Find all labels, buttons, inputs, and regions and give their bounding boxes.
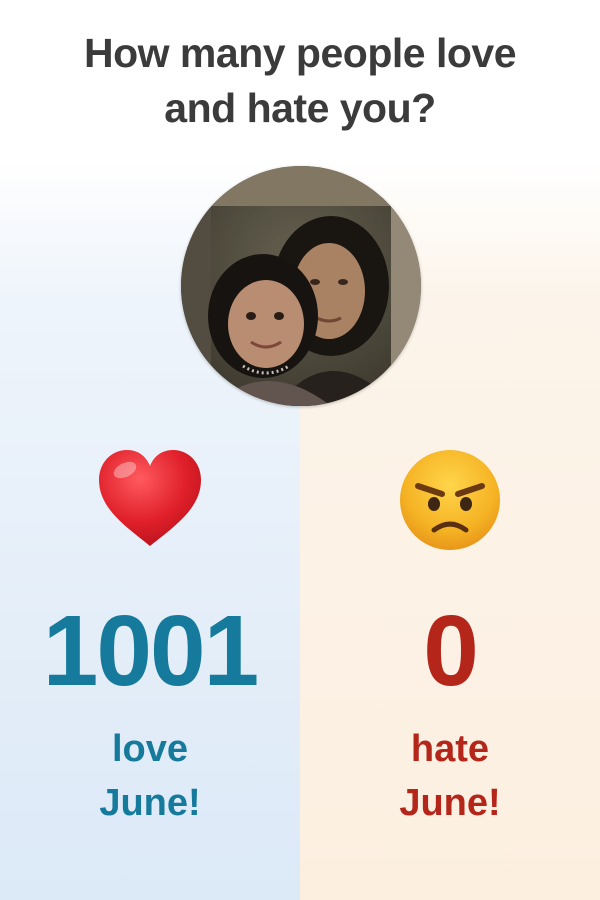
love-count: 1001 (42, 595, 259, 707)
title-line-2: and hate you? (164, 85, 436, 131)
hate-caption-line-2: June! (399, 782, 501, 824)
avatar (181, 166, 421, 406)
profile-photo (181, 166, 421, 406)
hate-count: 0 (423, 595, 479, 707)
angry-face-icon (400, 450, 500, 550)
hate-caption: hate June! (300, 722, 600, 830)
love-caption-line-2: June! (99, 782, 201, 824)
love-caption: love June! (0, 722, 300, 830)
red-heart-icon (99, 450, 201, 546)
hate-caption-line-1: hate (410, 728, 490, 770)
love-caption-line-1: love (111, 728, 189, 770)
page-title: How many people love and hate you? (0, 26, 600, 136)
title-line-1: How many people love (84, 30, 517, 76)
